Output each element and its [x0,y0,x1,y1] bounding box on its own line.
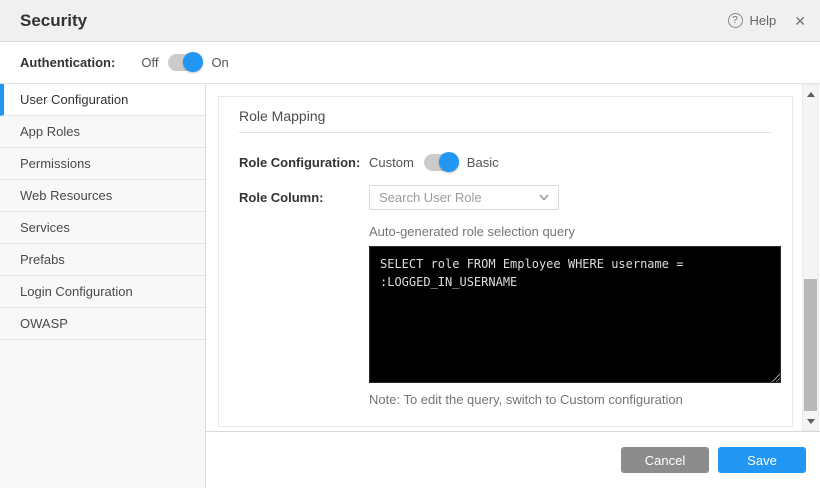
sidebar-item-label: Prefabs [20,252,65,267]
toggle-knob [439,152,459,172]
section-title-role-mapping: Role Mapping [219,97,792,124]
sidebar-item-label: Services [20,220,70,235]
scroll-down-icon [807,419,815,424]
help-icon: ? [728,13,743,28]
role-column-select[interactable]: Search User Role [369,185,559,210]
header: Security ? Help ✕ [0,0,820,42]
sidebar-item-web-resources[interactable]: Web Resources [0,180,205,212]
role-configuration-toggle-group: Custom Basic [369,154,499,171]
sidebar-item-services[interactable]: Services [0,212,205,244]
sidebar-item-label: Web Resources [20,188,112,203]
query-label: Auto-generated role selection query [369,224,781,239]
scroll-up-button[interactable] [803,87,818,101]
divider [239,132,772,133]
basic-option-label: Basic [467,155,499,170]
custom-option-label: Custom [369,155,414,170]
chevron-down-icon [539,194,549,201]
sidebar: User Configuration App Roles Permissions… [0,84,206,488]
scroll-area: Role Mapping Role Configuration: Custom … [206,84,820,432]
security-dialog: Security ? Help ✕ Authentication: Off On… [0,0,820,488]
sidebar-item-label: OWASP [20,316,68,331]
header-actions: ? Help ✕ [728,13,806,28]
sidebar-item-app-roles[interactable]: App Roles [0,116,205,148]
toggle-knob [183,52,203,72]
role-configuration-label: Role Configuration: [239,155,369,170]
query-note: Note: To edit the query, switch to Custo… [369,392,781,407]
query-row: Auto-generated role selection query SELE… [219,224,792,407]
sidebar-item-label: App Roles [20,124,80,139]
sidebar-item-label: Login Configuration [20,284,133,299]
sidebar-item-label: User Configuration [20,92,128,107]
authentication-label: Authentication: [20,55,115,70]
select-placeholder: Search User Role [379,190,482,205]
sidebar-item-user-configuration[interactable]: User Configuration [0,84,205,116]
authentication-toggle[interactable] [168,54,201,71]
scrollbar-thumb[interactable] [804,279,817,411]
sidebar-item-owasp[interactable]: OWASP [0,308,205,340]
scroll-up-icon [807,92,815,97]
save-button[interactable]: Save [718,447,806,473]
help-button[interactable]: ? Help [728,13,777,28]
authentication-on-label: On [211,55,228,70]
footer-actions: Cancel Save [206,432,820,488]
authentication-bar: Authentication: Off On [0,42,820,84]
close-icon[interactable]: ✕ [794,14,806,28]
cancel-button[interactable]: Cancel [621,447,709,473]
sidebar-item-permissions[interactable]: Permissions [0,148,205,180]
role-configuration-toggle[interactable] [424,154,457,171]
page-title: Security [20,11,87,31]
query-wrap: SELECT role FROM Employee WHERE username… [369,246,781,383]
body: User Configuration App Roles Permissions… [0,84,820,488]
sidebar-item-label: Permissions [20,156,91,171]
role-mapping-panel: Role Mapping Role Configuration: Custom … [218,96,793,427]
role-configuration-row: Role Configuration: Custom Basic [219,154,792,171]
role-column-label: Role Column: [239,190,369,205]
sidebar-item-prefabs[interactable]: Prefabs [0,244,205,276]
scrollbar[interactable] [802,84,819,431]
main-content: Role Mapping Role Configuration: Custom … [206,84,820,488]
scroll-down-button[interactable] [803,414,818,428]
authentication-off-label: Off [141,55,158,70]
help-label: Help [750,13,777,28]
query-column: Auto-generated role selection query SELE… [369,224,781,407]
role-column-row: Role Column: Search User Role [219,185,792,210]
query-textarea[interactable]: SELECT role FROM Employee WHERE username… [369,246,781,383]
sidebar-item-login-configuration[interactable]: Login Configuration [0,276,205,308]
